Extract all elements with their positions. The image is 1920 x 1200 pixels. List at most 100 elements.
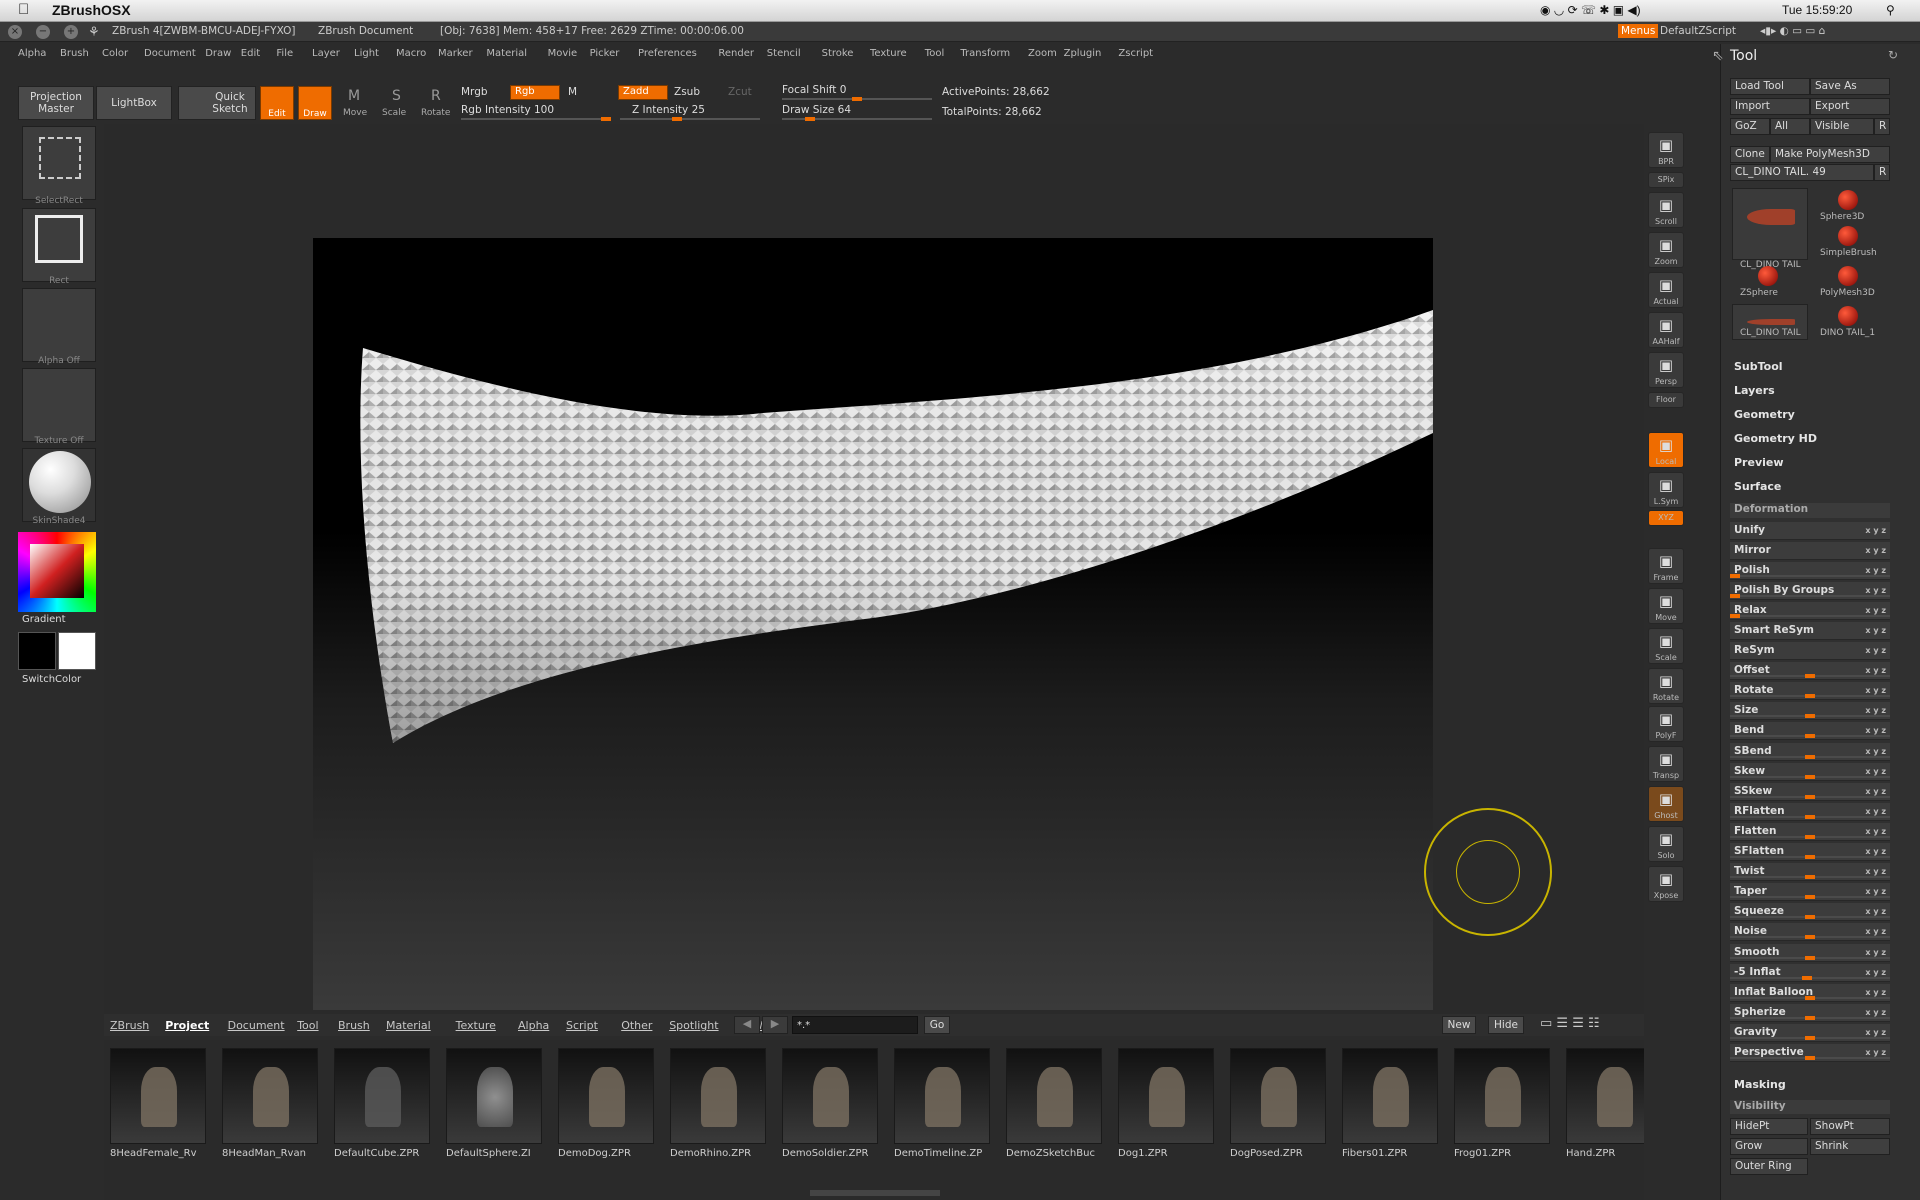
lightbox-view-icons[interactable]: ▭ ☰ ☰ ☷ [1540, 1016, 1600, 1031]
new-button[interactable]: New [1442, 1016, 1476, 1034]
shelf-local[interactable]: ▣ Local [1648, 432, 1684, 468]
deform-sflatten[interactable]: SFlatten x y z [1730, 843, 1890, 861]
zsub-button[interactable]: Zsub [674, 86, 700, 98]
m-button[interactable]: M [568, 86, 577, 98]
lightbox-file-thumb[interactable] [446, 1048, 542, 1144]
mrgb-button[interactable]: Mrgb [461, 86, 488, 98]
next-arrow-icon[interactable]: ▶ [762, 1016, 788, 1034]
deform-slider-knob[interactable] [1805, 895, 1815, 900]
deform-unify[interactable]: Unify x y z [1730, 522, 1890, 540]
tool-tile-icon-4[interactable] [1838, 266, 1858, 286]
lightbox-file-name[interactable]: Fibers01.ZPR [1342, 1148, 1442, 1159]
deform-slider-knob[interactable] [1805, 834, 1815, 839]
lightbox-file-name[interactable]: 8HeadMan_Rvan [222, 1148, 322, 1159]
document-canvas[interactable] [313, 238, 1434, 1010]
deform-axis-icons[interactable]: x y z [1865, 542, 1886, 559]
primary-color-swatch[interactable] [58, 632, 96, 670]
minimize-icon[interactable]: − [36, 25, 50, 39]
deform-slider-knob[interactable] [1805, 935, 1815, 940]
r2-button[interactable]: R [1874, 164, 1890, 181]
edit-button[interactable]: Edit [260, 86, 294, 120]
menu-render[interactable]: Render [718, 48, 754, 59]
shrink-button[interactable]: Shrink [1810, 1138, 1890, 1155]
draw-button[interactable]: Draw [298, 86, 332, 120]
shelf-aahalf[interactable]: ▣ AAHalf [1648, 312, 1684, 348]
menu-transform[interactable]: Transform [960, 48, 1010, 59]
lightbox-tab-tool[interactable]: Tool [297, 1019, 318, 1032]
lightbox-tab-alpha[interactable]: Alpha [518, 1019, 549, 1032]
lightbox-tab-other[interactable]: Other [621, 1019, 652, 1032]
deform-mirror[interactable]: Mirror x y z [1730, 542, 1890, 560]
shelf-zoom[interactable]: ▣ Zoom [1648, 232, 1684, 268]
deform-slider-knob[interactable] [1730, 614, 1740, 618]
menus-button[interactable]: Menus [1618, 24, 1659, 38]
deform-resym[interactable]: ReSym x y z [1730, 642, 1890, 660]
secondary-color-swatch[interactable] [18, 632, 56, 670]
lightbox-file-thumb[interactable] [334, 1048, 430, 1144]
menu-document[interactable]: Document [144, 48, 196, 59]
close-icon[interactable]: × [8, 25, 22, 39]
tool-title[interactable]: Tool [1730, 48, 1757, 64]
deform-spherize[interactable]: Spherize x y z [1730, 1003, 1890, 1022]
hide-button[interactable]: Hide [1488, 1016, 1524, 1034]
deform-slider-knob[interactable] [1805, 814, 1815, 819]
deform-relax[interactable]: Relax x y z [1730, 602, 1890, 620]
section-preview[interactable]: Preview [1734, 456, 1784, 469]
rgb-intensity-slider[interactable]: Rgb Intensity 100 [461, 104, 554, 116]
lightbox-file-name[interactable]: DemoDog.ZPR [558, 1148, 658, 1159]
deform-slider-knob[interactable] [1805, 1056, 1815, 1060]
lightbox-tab-material[interactable]: Material [386, 1019, 431, 1032]
menu-file[interactable]: File [276, 48, 293, 59]
deform-axis-icons[interactable]: x y z [1865, 622, 1886, 639]
lightbox-file-name[interactable]: DemoZSketchBuc [1006, 1148, 1106, 1159]
maximize-icon[interactable]: + [64, 25, 78, 39]
menu-texture[interactable]: Texture [870, 48, 907, 59]
visible-button[interactable]: Visible [1810, 118, 1874, 135]
refresh-icon[interactable]: ↻ [1888, 48, 1898, 62]
section-subtool[interactable]: SubTool [1734, 360, 1783, 373]
deform-axis-icons[interactable]: x y z [1865, 522, 1886, 539]
lightbox-file-thumb[interactable] [1342, 1048, 1438, 1144]
tool-tile-icon-6[interactable] [1838, 306, 1858, 326]
shelf-xpose[interactable]: ▣ Xpose [1648, 866, 1684, 902]
deform-smooth[interactable]: Smooth x y z [1730, 943, 1890, 962]
shelf-actual[interactable]: ▣ Actual [1648, 272, 1684, 308]
apple-icon[interactable]:  [18, 1, 29, 18]
lightbox-file-thumb[interactable] [1118, 1048, 1214, 1144]
deformation-header[interactable]: Deformation [1730, 503, 1890, 518]
go-button[interactable]: Go [924, 1016, 950, 1034]
export-button[interactable]: Export [1810, 98, 1890, 115]
lightbox-file-thumb[interactable] [110, 1048, 206, 1144]
showpt-button[interactable]: ShowPt [1810, 1118, 1890, 1135]
grow-button[interactable]: Grow [1730, 1138, 1808, 1155]
masking-section[interactable]: Masking [1734, 1078, 1786, 1091]
lightbox-file-name[interactable]: Frog01.ZPR [1454, 1148, 1554, 1159]
deform-slider-knob[interactable] [1805, 1035, 1815, 1040]
script-label[interactable]: DefaultZScript [1660, 25, 1736, 37]
app-name[interactable]: ZBrushOSX [52, 2, 131, 18]
lightbox-file-thumb[interactable] [782, 1048, 878, 1144]
section-geometry[interactable]: Geometry [1734, 408, 1795, 421]
lightbox-search-input[interactable] [792, 1016, 918, 1034]
menu-edit[interactable]: Edit [241, 48, 260, 59]
menu-preferences[interactable]: Preferences [638, 48, 697, 59]
shelf-xyz[interactable]: XYZ [1648, 510, 1684, 526]
visibility-header[interactable]: Visibility [1730, 1100, 1890, 1114]
menu-brush[interactable]: Brush [60, 48, 89, 59]
lightbox-file-thumb[interactable] [1454, 1048, 1550, 1144]
outer-ring-button[interactable]: Outer Ring [1730, 1158, 1808, 1175]
spotlight-icon[interactable]: ⚲ [1886, 3, 1895, 17]
deform-slider-track[interactable] [1730, 615, 1890, 617]
lightbox-file-thumb[interactable] [670, 1048, 766, 1144]
deform-inflat-balloon[interactable]: Inflat Balloon x y z [1730, 983, 1890, 1002]
shelf-scroll[interactable]: ▣ Scroll [1648, 192, 1684, 228]
r-button[interactable]: R [1874, 118, 1890, 135]
deform-rotate[interactable]: Rotate x y z [1730, 682, 1890, 701]
menu-alpha[interactable]: Alpha [18, 48, 46, 59]
lightbox-file-thumb[interactable] [1566, 1048, 1644, 1144]
switch-color-label[interactable]: SwitchColor [22, 674, 81, 685]
tool-tile-0[interactable] [1732, 188, 1808, 260]
section-geometry-hd[interactable]: Geometry HD [1734, 432, 1817, 445]
lightbox-file-thumb[interactable] [1006, 1048, 1102, 1144]
status-icons[interactable]: ◉ ◡ ⟳ ☏ ✱ ▣ ◀) [1540, 3, 1641, 17]
